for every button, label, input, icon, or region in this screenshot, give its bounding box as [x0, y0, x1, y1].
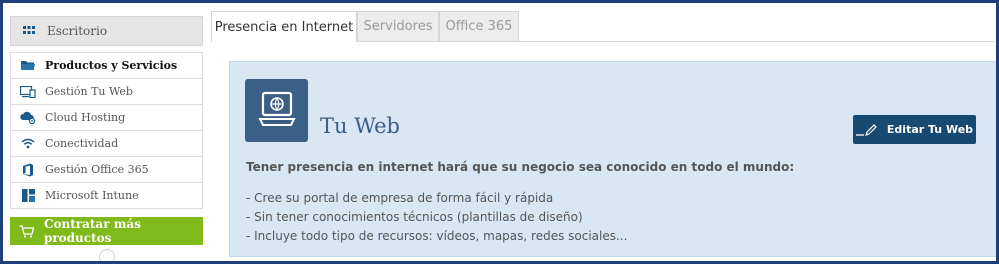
folder-icon — [11, 60, 45, 71]
sidebar-item-cloud-hosting[interactable]: Cloud Hosting — [11, 105, 202, 131]
contratar-mas-productos-button[interactable]: Contratar más productos — [10, 217, 203, 245]
tab-office-365[interactable]: Office 365 — [439, 11, 519, 41]
editar-tu-web-label: Editar Tu Web — [886, 123, 974, 136]
intune-icon — [11, 189, 45, 202]
sidebar-item-productos-y-servicios[interactable]: Productos y Servicios — [11, 53, 202, 79]
feature-item: - Sin tener conocimientos técnicos (plan… — [246, 210, 583, 224]
sidebar-item-label: Conectividad — [45, 137, 119, 150]
sidebar-item-conectividad[interactable]: Conectividad — [11, 131, 202, 157]
pencil-icon — [855, 123, 878, 136]
product-title: Tu Web — [320, 114, 400, 138]
tab-presencia-en-internet[interactable]: Presencia en Internet — [211, 11, 357, 42]
sidebar-item-label: Microsoft Intune — [45, 189, 139, 202]
grid-icon — [11, 26, 47, 36]
product-panel: Tu Web Editar Tu Web Tener presencia en … — [229, 61, 996, 257]
cloud-settings-icon — [11, 111, 45, 124]
scroll-indicator[interactable] — [99, 249, 115, 261]
sidebar-item-label: Productos y Servicios — [45, 59, 178, 72]
main-content: Presencia en Internet Servidores Office … — [211, 7, 996, 261]
tab-label: Servidores — [363, 19, 433, 34]
contratar-mas-productos-label: Contratar más productos — [43, 217, 141, 245]
wifi-icon — [11, 138, 45, 149]
tab-servidores[interactable]: Servidores — [357, 11, 439, 41]
app-frame: Escritorio Productos y Servicios Gestión… — [0, 0, 999, 264]
sidebar: Escritorio Productos y Servicios Gestión… — [10, 16, 203, 245]
devices-icon — [11, 85, 45, 98]
office-icon — [11, 163, 45, 177]
product-headline: Tener presencia en internet hará que su … — [246, 160, 795, 174]
sidebar-item-microsoft-intune[interactable]: Microsoft Intune — [11, 183, 202, 209]
sidebar-item-label: Gestión Tu Web — [45, 85, 133, 98]
sidebar-item-label: Cloud Hosting — [45, 111, 126, 124]
sidebar-menu: Productos y Servicios Gestión Tu Web Clo… — [10, 52, 203, 209]
feature-item: - Incluye todo tipo de recursos: vídeos,… — [246, 229, 628, 243]
sidebar-item-gestion-office-365[interactable]: Gestión Office 365 — [11, 157, 202, 183]
tab-bar: Presencia en Internet Servidores Office … — [211, 11, 995, 42]
sidebar-header-label: Escritorio — [47, 24, 108, 38]
tab-label: Office 365 — [445, 19, 513, 34]
sidebar-header-escritorio[interactable]: Escritorio — [10, 16, 203, 46]
tab-label: Presencia en Internet — [214, 19, 354, 35]
product-features: - Cree su portal de empresa de forma fác… — [246, 189, 627, 246]
editar-tu-web-button[interactable]: Editar Tu Web — [853, 115, 976, 144]
feature-item: - Cree su portal de empresa de forma fác… — [246, 191, 554, 205]
sidebar-item-gestion-tu-web[interactable]: Gestión Tu Web — [11, 79, 202, 105]
cart-icon — [10, 224, 44, 238]
sidebar-item-label: Gestión Office 365 — [45, 163, 149, 176]
computer-globe-icon — [245, 79, 308, 142]
